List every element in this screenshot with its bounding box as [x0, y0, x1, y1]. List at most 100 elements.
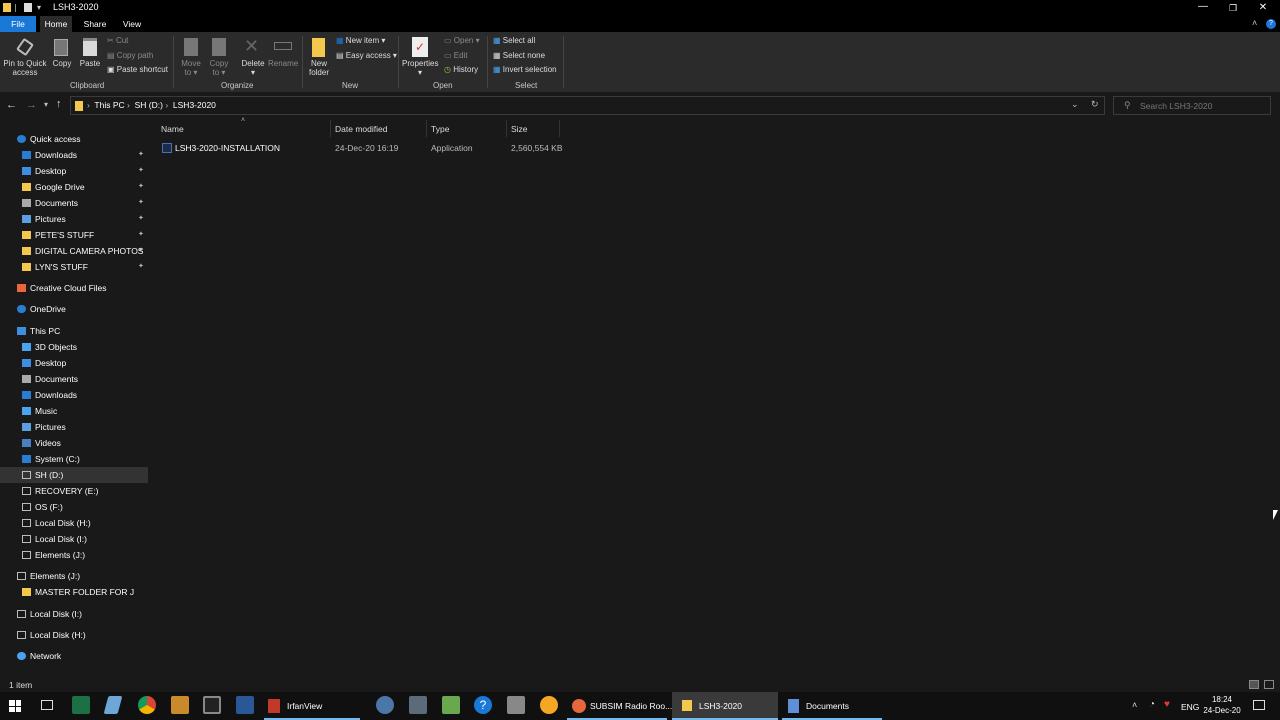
- column-header-date[interactable]: Date modified: [335, 122, 387, 136]
- tab-home[interactable]: Home: [40, 16, 72, 32]
- pin-to-quick-access-button[interactable]: Pin to Quick access: [2, 59, 48, 77]
- details-view-icon[interactable]: [1249, 680, 1259, 689]
- task-view-icon[interactable]: [41, 700, 53, 710]
- nav-quick-item[interactable]: Google Drive ✦: [0, 179, 148, 195]
- nav-quick-item[interactable]: LYN'S STUFF ✦: [0, 259, 148, 275]
- tray-chevron-icon[interactable]: ˄: [1132, 700, 1137, 710]
- new-folder-button[interactable]: New folder: [306, 59, 332, 77]
- back-arrow-icon[interactable]: ←: [6, 99, 17, 111]
- breadcrumb-lsh3-2020[interactable]: LSH3-2020: [173, 100, 216, 110]
- forward-arrow-icon[interactable]: →: [26, 99, 37, 111]
- app-icon[interactable]: [507, 696, 525, 714]
- app-icon[interactable]: [203, 696, 221, 714]
- easy-access-button[interactable]: ▤ Easy access ▾: [336, 50, 397, 62]
- nav-quick-item[interactable]: Documents ✦: [0, 195, 148, 211]
- nav-pc-item[interactable]: System (C:): [0, 451, 148, 467]
- taskbar-documents[interactable]: Documents: [782, 692, 882, 720]
- notification-icon[interactable]: [1253, 700, 1265, 710]
- nav-pc-item[interactable]: Documents: [0, 371, 148, 387]
- open-button[interactable]: ▭ Open ▾: [444, 35, 480, 47]
- nav-network[interactable]: Network: [0, 648, 148, 664]
- nav-elements-j[interactable]: Elements (J:): [0, 568, 148, 584]
- tab-file[interactable]: File: [0, 16, 36, 32]
- large-icons-view-icon[interactable]: [1264, 680, 1274, 689]
- weather-icon[interactable]: [540, 696, 558, 714]
- breadcrumb-sh-d[interactable]: SH (D:): [135, 100, 163, 110]
- app-icon[interactable]: [409, 696, 427, 714]
- word-icon[interactable]: [236, 696, 254, 714]
- nav-pc-item[interactable]: SH (D:): [0, 467, 148, 483]
- recent-locations-icon[interactable]: ▾: [44, 100, 48, 109]
- tab-view[interactable]: View: [118, 16, 146, 32]
- nav-pc-item[interactable]: 3D Objects: [0, 339, 148, 355]
- close-button[interactable]: ✕: [1252, 0, 1274, 16]
- nav-quick-item[interactable]: PETE'S STUFF ✦: [0, 227, 148, 243]
- history-button[interactable]: ◷ History: [444, 64, 478, 76]
- restore-button[interactable]: ❐: [1222, 0, 1244, 16]
- nav-local-disk-i[interactable]: Local Disk (I:): [0, 606, 148, 622]
- help-app-icon[interactable]: ?: [474, 696, 492, 714]
- nav-creative-cloud[interactable]: Creative Cloud Files: [0, 280, 148, 296]
- properties-button[interactable]: Properties ▾: [402, 59, 438, 77]
- nav-pc-item[interactable]: OS (F:): [0, 499, 148, 515]
- select-none-button[interactable]: ▦ Select none: [493, 50, 545, 62]
- paste-shortcut-button[interactable]: ▣ Paste shortcut: [107, 64, 168, 76]
- nav-pc-item[interactable]: Local Disk (I:): [0, 531, 148, 547]
- minimize-button[interactable]: —: [1192, 0, 1214, 16]
- select-all-button[interactable]: ▦ Select all: [493, 35, 535, 47]
- nav-pc-item[interactable]: RECOVERY (E:): [0, 483, 148, 499]
- chrome-icon[interactable]: [138, 696, 156, 714]
- column-header-size[interactable]: Size: [511, 122, 528, 136]
- properties-qat-icon[interactable]: [24, 3, 32, 12]
- refresh-icon[interactable]: ↻: [1091, 99, 1099, 110]
- breadcrumb-this-pc[interactable]: This PC: [94, 100, 124, 110]
- nav-pc-item[interactable]: Downloads: [0, 387, 148, 403]
- taskbar-subsim[interactable]: SUBSIM Radio Roo...: [567, 692, 672, 720]
- antivirus-icon[interactable]: ♥: [1164, 699, 1170, 710]
- copy-button[interactable]: Copy: [50, 59, 74, 68]
- new-item-button[interactable]: ▦ New item ▾: [336, 35, 385, 47]
- search-input[interactable]: ⚲ Search LSH3-2020: [1113, 96, 1271, 115]
- tab-share[interactable]: Share: [80, 16, 110, 32]
- nav-quick-item[interactable]: Desktop ✦: [0, 163, 148, 179]
- address-field[interactable]: › This PC › SH (D:) › LSH3-2020 ⌄ ↻: [70, 96, 1105, 115]
- nav-local-disk-h[interactable]: Local Disk (H:): [0, 627, 148, 643]
- paste-button[interactable]: Paste: [78, 59, 102, 68]
- language-indicator[interactable]: ENG: [1181, 702, 1199, 712]
- column-header-type[interactable]: Type: [431, 122, 449, 136]
- nav-onedrive[interactable]: OneDrive: [0, 301, 148, 317]
- cut-button[interactable]: ✂ Cut: [107, 35, 128, 47]
- nav-pc-item[interactable]: Pictures: [0, 419, 148, 435]
- network-icon[interactable]: ◔: [1149, 699, 1155, 710]
- edit-button[interactable]: ▭ Edit: [444, 50, 468, 62]
- taskbar-irfanview[interactable]: IrfanView: [264, 692, 360, 720]
- copy-to-button[interactable]: Copy to ▾: [206, 59, 232, 77]
- nav-quick-access[interactable]: Quick access: [0, 131, 148, 147]
- delete-button[interactable]: Delete ▾: [238, 59, 268, 77]
- app-icon[interactable]: [442, 696, 460, 714]
- nav-this-pc[interactable]: This PC: [0, 323, 148, 339]
- address-dropdown-icon[interactable]: ⌄: [1071, 99, 1079, 110]
- quick-save-icon[interactable]: [15, 4, 16, 12]
- app-icon[interactable]: [376, 696, 394, 714]
- copy-path-button[interactable]: ▤ Copy path: [107, 50, 153, 62]
- qat-dropdown-icon[interactable]: ▾: [37, 3, 41, 12]
- clock[interactable]: 18:24 24-Dec-20: [1203, 694, 1241, 716]
- table-row[interactable]: LSH3-2020-INSTALLATION 24-Dec-20 16:19 A…: [158, 141, 563, 157]
- nav-quick-item[interactable]: Downloads ✦: [0, 147, 148, 163]
- up-arrow-icon[interactable]: ↑: [56, 98, 62, 110]
- help-icon[interactable]: ?: [1266, 19, 1276, 29]
- windows-start-icon[interactable]: [9, 700, 21, 712]
- taskbar-lsh3-2020[interactable]: LSH3-2020: [672, 692, 778, 720]
- column-header-name[interactable]: Name: [161, 122, 184, 136]
- nav-pc-item[interactable]: Videos: [0, 435, 148, 451]
- move-to-button[interactable]: Move to ▾: [178, 59, 204, 77]
- nav-pc-item[interactable]: Local Disk (H:): [0, 515, 148, 531]
- nav-pc-item[interactable]: Desktop: [0, 355, 148, 371]
- media-player-icon[interactable]: [171, 696, 189, 714]
- nav-quick-item[interactable]: DIGITAL CAMERA PHOTOS ✦: [0, 243, 148, 259]
- rename-button[interactable]: Rename: [268, 59, 298, 68]
- excel-icon[interactable]: [72, 696, 90, 714]
- nav-master-folder[interactable]: MASTER FOLDER FOR J: [0, 584, 148, 600]
- collapse-ribbon-icon[interactable]: ˄: [1252, 18, 1257, 28]
